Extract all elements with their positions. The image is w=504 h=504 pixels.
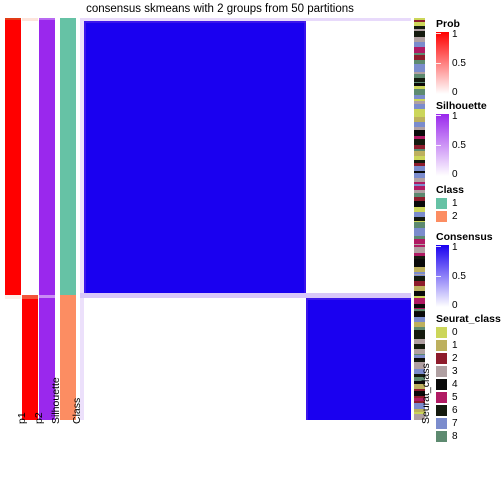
legend-class-swatch-1 xyxy=(436,198,447,209)
consensus-heatmap-body xyxy=(80,18,411,420)
annotation-column-p2 xyxy=(22,18,38,420)
legend-seurat-class-title: Seurat_class xyxy=(436,313,501,325)
annotation-column-silhouette xyxy=(39,18,55,420)
legend-seurat-class-swatch-4 xyxy=(436,379,447,390)
annotation-strip-seurat-class xyxy=(414,18,425,420)
legend-seurat-class-swatch-6 xyxy=(436,405,447,416)
legend-seurat-class-item-5: 5 xyxy=(436,392,501,403)
legend-seurat-class-item-2: 2 xyxy=(436,353,501,364)
silhouette-group1-segment xyxy=(39,18,55,295)
p2-group2-segment xyxy=(22,295,38,420)
consensus-block-offdiag-bottom-left xyxy=(84,298,306,420)
legend-consensus: Consensus 1 0.5 0 xyxy=(436,231,493,311)
legend-seurat-class-label-4: 4 xyxy=(452,379,458,390)
legend-prob: Prob 1 0.5 0 xyxy=(436,18,466,98)
p2-group1-segment xyxy=(22,18,38,295)
heatmap-figure: consensus skmeans with 2 groups from 50 … xyxy=(0,0,504,504)
legend-consensus-tick-3: 0 xyxy=(452,300,458,311)
legend-class-item-2: 2 xyxy=(436,211,464,222)
legend-seurat-class-items: 0 1 2 3 4 5 6 7 8 xyxy=(436,327,501,442)
legend-seurat-class-swatch-5 xyxy=(436,392,447,403)
legend-consensus-tick-1: 1 xyxy=(452,242,458,253)
class-group1-segment xyxy=(60,18,76,295)
legend-seurat-class-label-2: 2 xyxy=(452,353,458,364)
annotation-column-class xyxy=(60,18,76,420)
p2-group2-edge xyxy=(22,295,38,299)
legend-silhouette-tick-2: 0.5 xyxy=(452,140,466,151)
legend-silhouette-tick-1: 1 xyxy=(452,111,458,122)
legend-silhouette: Silhouette 1 0.5 0 xyxy=(436,100,487,180)
legend-seurat-class-item-6: 6 xyxy=(436,405,501,416)
legend-seurat-class-item-8: 8 xyxy=(436,431,501,442)
legend-seurat-class-swatch-1 xyxy=(436,340,447,351)
row-label-p1: p1 xyxy=(16,412,28,424)
legend-prob-tick-1: 1 xyxy=(452,29,458,40)
legend-seurat-class-label-1: 1 xyxy=(452,340,458,351)
legend-seurat-class-swatch-2 xyxy=(436,353,447,364)
legend-seurat-class-item-4: 4 xyxy=(436,379,501,390)
p2-group1-edge xyxy=(22,18,38,21)
row-label-p2: p2 xyxy=(33,412,45,424)
p1-group2-edge xyxy=(5,295,21,299)
legend-prob-tick-2: 0.5 xyxy=(452,58,466,69)
legend-seurat-class-label-0: 0 xyxy=(452,327,458,338)
legend-silhouette-title: Silhouette xyxy=(436,100,487,112)
legend-silhouette-tick-3: 0 xyxy=(452,169,458,180)
legend-seurat-class-label-7: 7 xyxy=(452,418,458,429)
legend-consensus-tick-2: 0.5 xyxy=(452,271,466,282)
legend-seurat-class-item-0: 0 xyxy=(436,327,501,338)
legend-seurat-class-label-6: 6 xyxy=(452,405,458,416)
legend-class-title: Class xyxy=(436,184,465,196)
p1-group2-segment xyxy=(5,295,21,420)
legend-seurat-class-label-8: 8 xyxy=(452,431,458,442)
legend-seurat-class-swatch-8 xyxy=(436,431,447,442)
legend-seurat-class-swatch-0 xyxy=(436,327,447,338)
legend-class-label-2: 2 xyxy=(452,211,458,222)
row-label-seurat-class: Seurat_class xyxy=(420,363,432,424)
legend-seurat-class-label-3: 3 xyxy=(452,366,458,377)
legend-seurat-class: Seurat_class 0 1 2 3 4 5 6 7 8 xyxy=(436,313,501,444)
silhouette-group1-edge xyxy=(39,18,55,20)
consensus-block-group2 xyxy=(306,298,411,420)
row-label-silhouette: Silhouette xyxy=(50,377,62,424)
legend-seurat-class-item-7: 7 xyxy=(436,418,501,429)
legend-seurat-class-swatch-3 xyxy=(436,366,447,377)
consensus-block-offdiag-top-right xyxy=(306,21,411,293)
legend-class-label-1: 1 xyxy=(452,198,458,209)
legend-class-item-1: 1 xyxy=(436,198,464,209)
silhouette-group2-edge xyxy=(39,295,55,298)
legend-seurat-class-item-3: 3 xyxy=(436,366,501,377)
legend-prob-tick-3: 0 xyxy=(452,87,458,98)
legend-seurat-class-item-1: 1 xyxy=(436,340,501,351)
p1-group1-segment xyxy=(5,18,21,295)
legend-consensus-title: Consensus xyxy=(436,231,493,243)
legend-class: Class 1 2 xyxy=(436,184,464,224)
legend-seurat-class-label-5: 5 xyxy=(452,392,458,403)
legend-class-swatch-2 xyxy=(436,211,447,222)
annotation-column-p1 xyxy=(5,18,21,420)
consensus-block-group1 xyxy=(84,21,306,293)
p1-group1-edge xyxy=(5,18,21,20)
page-title: consensus skmeans with 2 groups from 50 … xyxy=(86,3,354,15)
legend-seurat-class-swatch-7 xyxy=(436,418,447,429)
